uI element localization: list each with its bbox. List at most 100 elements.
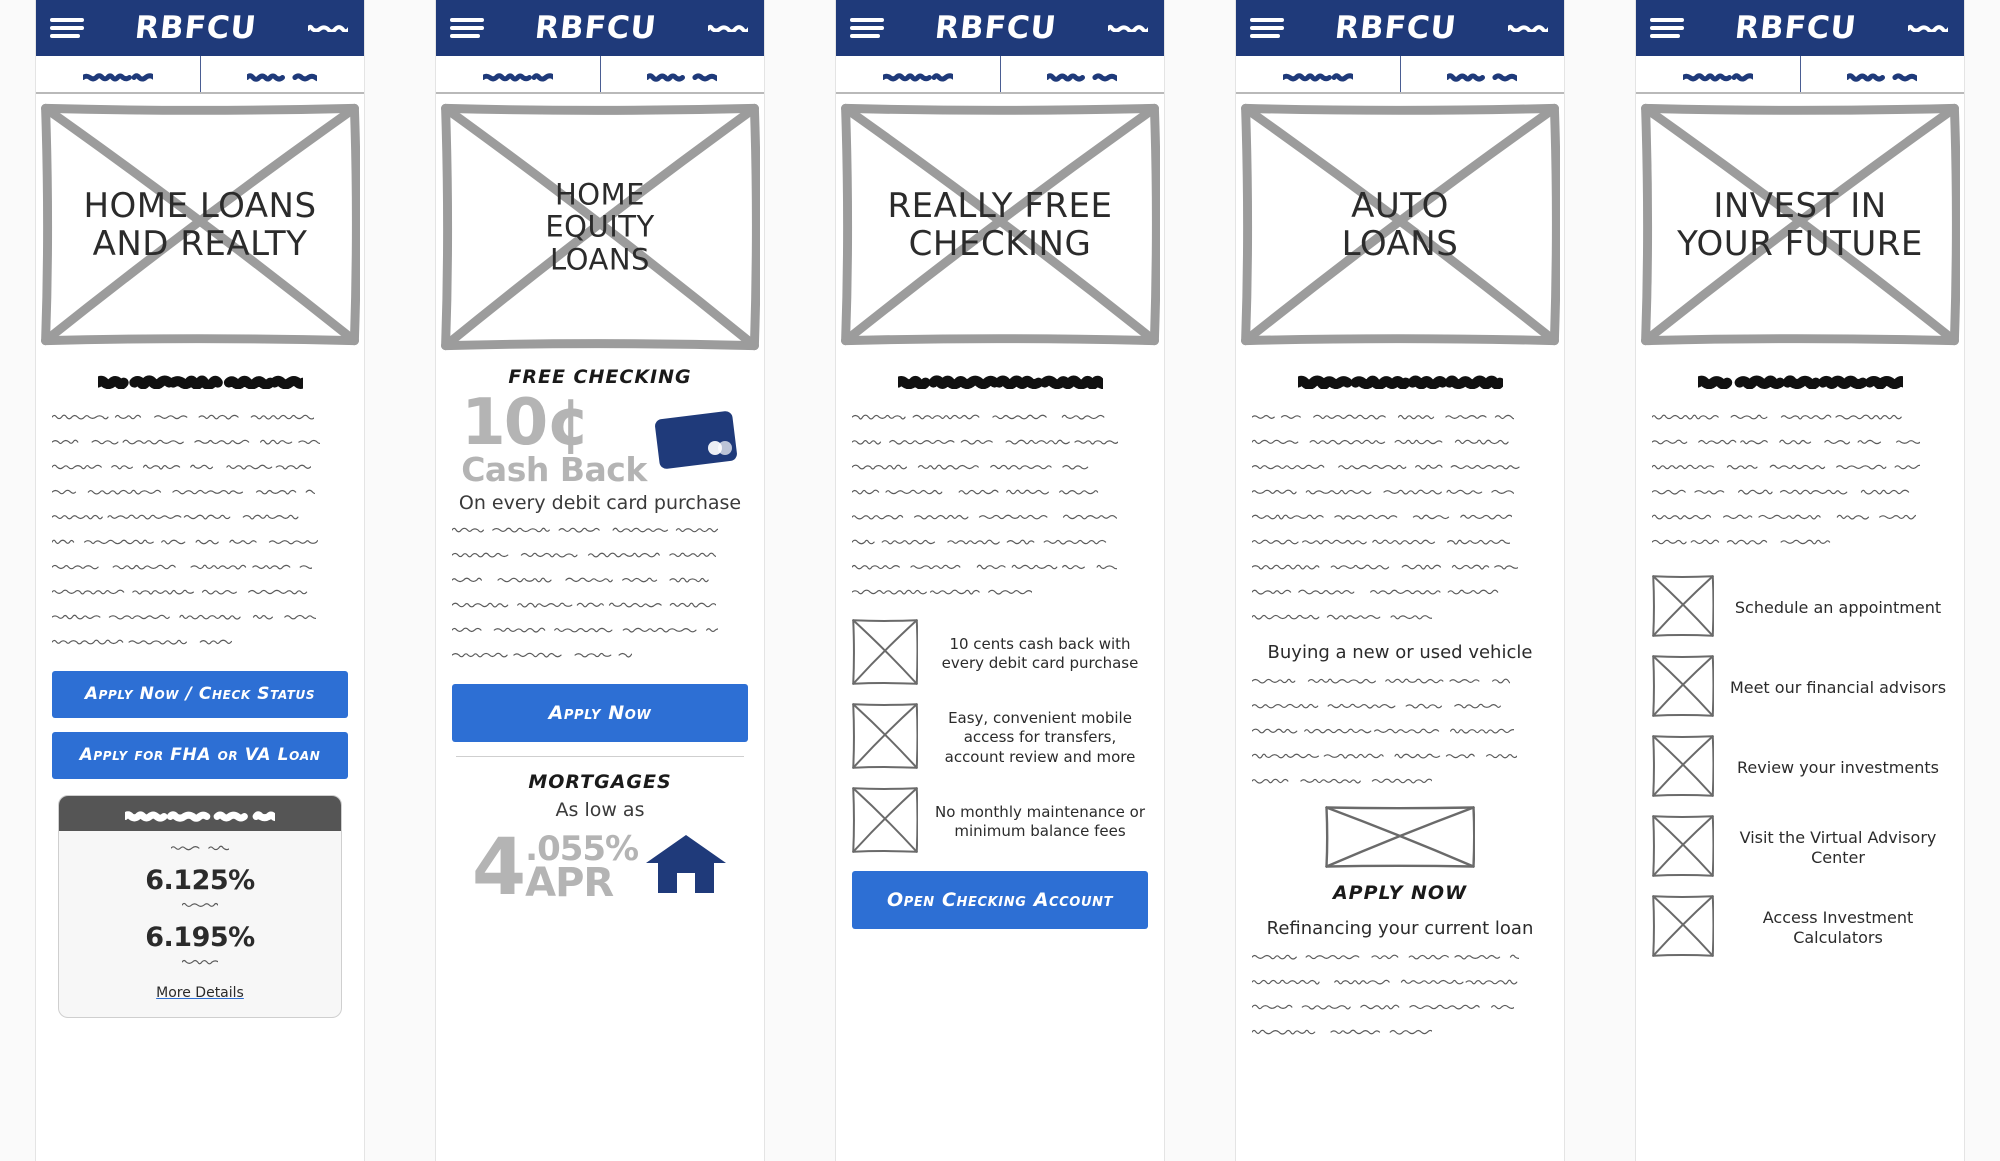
sub-nav-tab-2[interactable] [1401,56,1565,92]
open-checking-account-button[interactable]: Open Checking Account [852,871,1148,929]
feature-image-placeholder [852,703,918,773]
debit-card-icon [653,407,739,473]
body-text-line [1252,609,1548,628]
brand-logo: RBFCU [1333,10,1458,46]
body-text-line [1252,723,1548,742]
hamburger-menu-icon[interactable] [1250,16,1284,40]
sub-nav-tab-1[interactable] [836,56,1001,92]
sub-nav-tab-2[interactable] [1001,56,1165,92]
hero-title: REALLY FREE CHECKING [840,186,1160,262]
sub-nav-tab-2[interactable] [1801,56,1965,92]
apply-now-check-status-button[interactable]: Apply Now / Check Status [52,671,348,718]
rate-caption-placeholder [67,841,333,855]
panel-content: Buying a new or used vehicle APPLY NOW Ref… [1236,369,1564,1043]
sub-nav-tab-2[interactable] [201,56,365,92]
rate-value: 6.195% [67,922,333,953]
top-navigation-bar: RBFCU [36,0,364,56]
option-image-placeholder [1652,895,1714,961]
section-divider [456,756,744,757]
investment-option-item[interactable]: Review your investments [1652,735,1948,801]
body-text-line [1252,698,1548,717]
phone-mockup-home-loans-and-realty: RBFCU HOME LOANS AND REALTY Apply Now / Che… [35,0,365,1161]
option-image-placeholder [1652,815,1714,881]
button-group: Apply Now [452,684,748,742]
account-scribble-icon[interactable] [1108,17,1150,39]
body-text-line [52,434,348,453]
investment-option-item[interactable]: Visit the Virtual Advisory Center [1652,815,1948,881]
hero-title: HOME EQUITY LOANS [440,178,760,275]
body-text-line [52,534,348,553]
sub-nav-tab-1[interactable] [36,56,201,92]
brand-logo: RBFCU [1733,10,1858,46]
cashback-block: 10¢ Cash Back [452,394,748,486]
brand-logo: RBFCU [133,10,258,46]
hero-title: AUTO LOANS [1240,186,1560,262]
body-text-line [1252,949,1548,968]
panel-content: Apply Now / Check Status Apply for FHA or… [36,369,364,779]
body-text-line [52,634,348,653]
panel-slot-2: RBFCU HOME EQUITY LOANS FREE CHECKING 10¢ Cash… [400,0,800,1161]
sub-navigation-tabs [1636,56,1964,94]
apply-now-button[interactable]: Apply Now [452,684,748,742]
hamburger-menu-icon[interactable] [50,16,84,40]
apply-now-heading: APPLY NOW [1252,882,1548,904]
option-image-placeholder [1652,655,1714,721]
body-text-line [852,434,1148,453]
account-scribble-icon[interactable] [1508,17,1550,39]
account-scribble-icon[interactable] [708,17,750,39]
body-text-line [1252,773,1548,792]
body-text-placeholder [1252,409,1548,628]
account-scribble-icon[interactable] [308,17,350,39]
body-text-line [1252,974,1548,993]
body-text-line [1252,673,1548,692]
body-text-line [852,459,1148,478]
hamburger-menu-icon[interactable] [850,16,884,40]
body-text-line [1252,1024,1548,1043]
sub-nav-tab-1[interactable] [436,56,601,92]
body-text-line [852,484,1148,503]
investment-options-list: Schedule an appointment Meet our financia… [1652,575,1948,961]
rate-sub-placeholder [67,955,333,969]
account-scribble-icon[interactable] [1908,17,1950,39]
section-heading-placeholder [852,369,1148,393]
body-text-line [1252,459,1548,478]
rates-card: 6.125% 6.195% More Details [58,795,342,1018]
cashback-text: 10¢ Cash Back [461,394,647,486]
body-text-placeholder [1252,673,1548,792]
feature-list: 10 cents cash back with every debit card… [852,619,1148,857]
more-details-link[interactable]: More Details [156,985,244,1001]
hero-image-placeholder: REALLY FREE CHECKING [840,102,1160,347]
free-checking-heading: FREE CHECKING [452,366,748,388]
body-text-placeholder [852,409,1148,603]
investment-option-item[interactable]: Meet our financial advisors [1652,655,1948,721]
phone-mockup-home-equity-loans: RBFCU HOME EQUITY LOANS FREE CHECKING 10¢ Cash… [435,0,765,1161]
phone-mockup-really-free-checking: RBFCU REALLY FREE CHECKING 10 cents cash ba… [835,0,1165,1161]
hamburger-menu-icon[interactable] [450,16,484,40]
option-label: Meet our financial advisors [1728,678,1948,698]
hamburger-menu-icon[interactable] [1650,16,1684,40]
body-text-placeholder [452,522,748,666]
body-text-placeholder [52,409,348,653]
panel-slot-3: RBFCU REALLY FREE CHECKING 10 cents cash ba… [800,0,1200,1161]
sub-nav-tab-2[interactable] [601,56,765,92]
sub-navigation-tabs [436,56,764,94]
investment-option-item[interactable]: Access Investment Calculators [1652,895,1948,961]
sub-nav-tab-1[interactable] [1236,56,1401,92]
body-text-line [1252,584,1548,603]
apply-fha-va-loan-button[interactable]: Apply for FHA or VA Loan [52,732,348,779]
body-text-line [1652,459,1948,478]
body-text-line [452,647,748,666]
rates-card-body: 6.125% 6.195% More Details [59,831,341,1017]
body-text-line [1252,534,1548,553]
top-navigation-bar: RBFCU [836,0,1164,56]
investment-option-item[interactable]: Schedule an appointment [1652,575,1948,641]
rate-sub-placeholder [67,898,333,912]
sub-nav-tab-1[interactable] [1636,56,1801,92]
hero-title-line: AUTO [1248,186,1552,224]
top-navigation-bar: RBFCU [1236,0,1564,56]
section-heading-placeholder [1652,369,1948,393]
hero-image-placeholder: AUTO LOANS [1240,102,1560,347]
buying-vehicle-subheading: Buying a new or used vehicle [1252,642,1548,663]
hero-title-line: LOANS [1248,225,1552,263]
body-text-line [1252,434,1548,453]
